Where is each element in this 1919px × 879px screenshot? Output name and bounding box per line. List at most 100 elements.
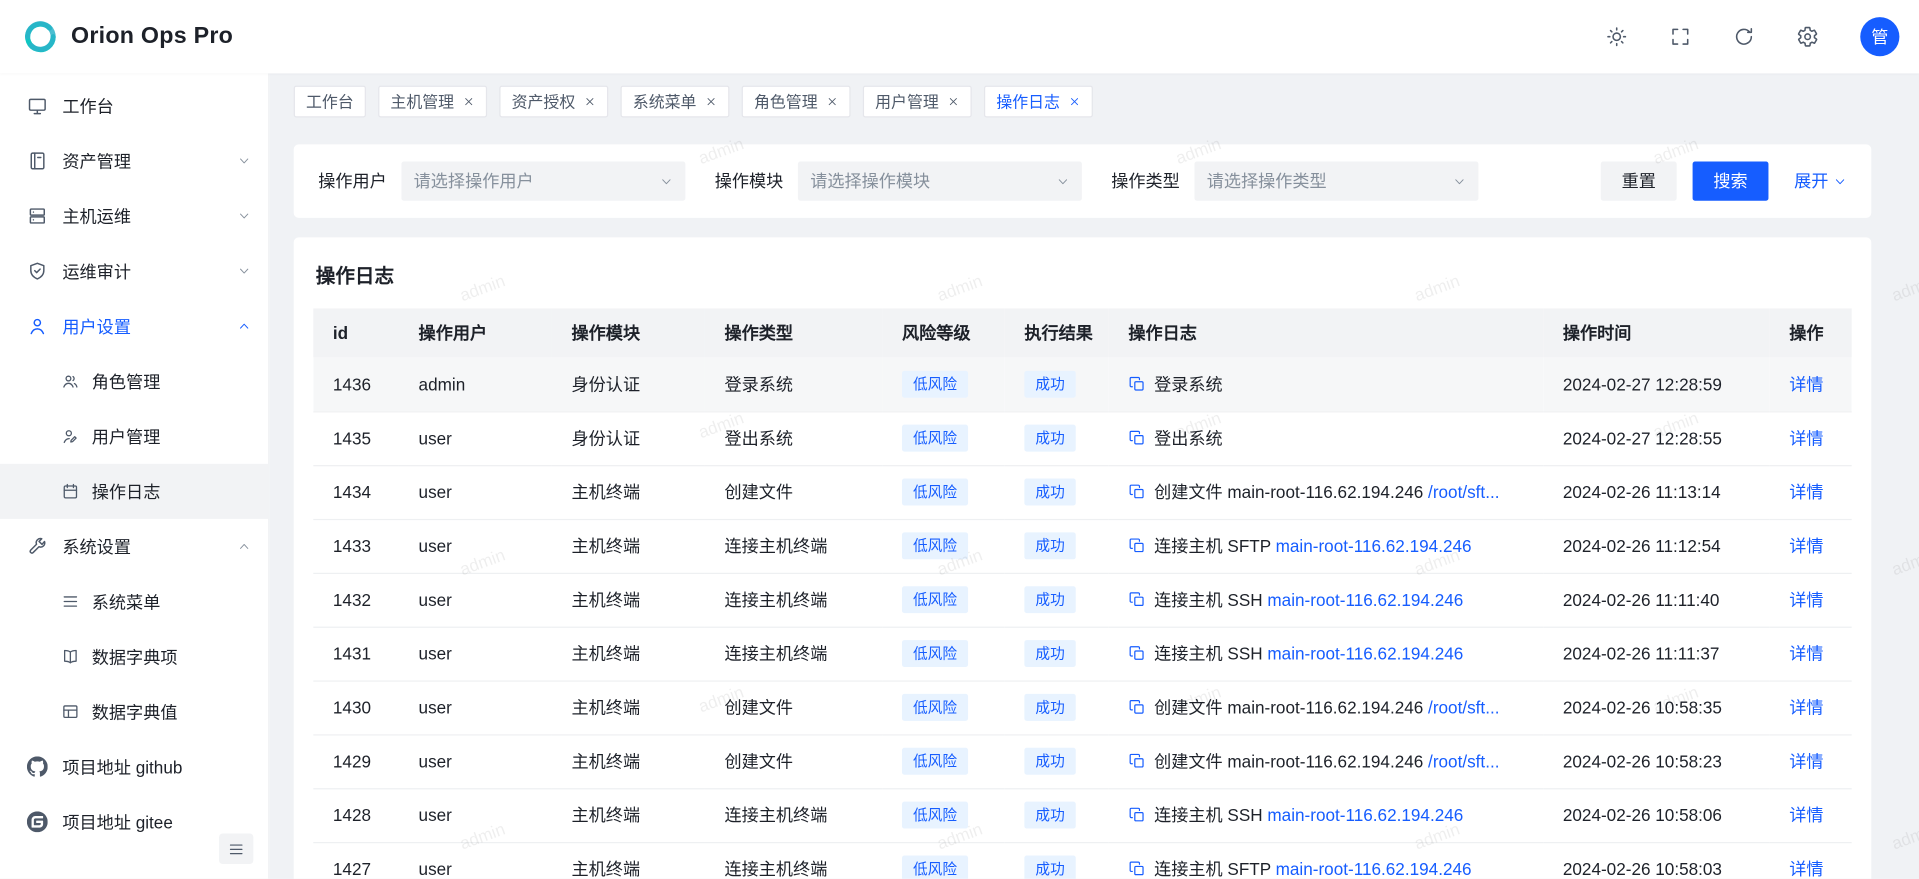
detail-link[interactable]: 详情	[1789, 805, 1823, 825]
sidebar-subitem-label: 用户管理	[92, 424, 161, 448]
log-link[interactable]: main-root-116.62.194.246	[1276, 536, 1472, 556]
log-link[interactable]: main-root-116.62.194.246	[1267, 644, 1463, 664]
tab-5[interactable]: 用户管理	[863, 85, 972, 117]
chevron-down-icon	[1056, 174, 1069, 187]
tab-close-icon[interactable]	[947, 95, 959, 107]
select-placeholder: 请选择操作用户	[414, 169, 653, 193]
tab-6[interactable]: 操作日志	[984, 85, 1093, 117]
sidebar-item-2[interactable]: 主机运维	[0, 188, 268, 243]
detail-link[interactable]: 详情	[1789, 698, 1823, 718]
avatar[interactable]: 管	[1860, 17, 1899, 56]
log-link[interactable]: main-root-116.62.194.246	[1267, 590, 1463, 610]
risk-badge: 低风险	[902, 855, 968, 878]
cell-log: 登出系统	[1109, 411, 1543, 465]
cell-id: 1427	[313, 842, 399, 879]
tab-1[interactable]: 主机管理	[378, 85, 487, 117]
dict-key-icon	[61, 647, 79, 665]
sidebar-item-3[interactable]: 运维审计	[0, 244, 268, 299]
cell-user: user	[399, 734, 552, 788]
cell-time: 2024-02-26 11:13:14	[1543, 465, 1769, 519]
cell-action: 详情	[1770, 573, 1852, 627]
cell-risk: 低风险	[882, 734, 1004, 788]
col-header-5: 执行结果	[1005, 308, 1109, 357]
tab-close-icon[interactable]	[826, 95, 838, 107]
detail-link[interactable]: 详情	[1789, 751, 1823, 771]
cell-module: 主机终端	[552, 465, 705, 519]
sidebar-item-1[interactable]: 资产管理	[0, 133, 268, 188]
tab-4[interactable]: 角色管理	[742, 85, 851, 117]
table-row: 1433user主机终端连接主机终端低风险成功连接主机 SFTP main-ro…	[313, 519, 1851, 573]
table-row: 1429user主机终端创建文件低风险成功创建文件 main-root-116.…	[313, 734, 1851, 788]
log-link[interactable]: /root/sft...	[1428, 751, 1499, 771]
reset-button[interactable]: 重置	[1601, 162, 1677, 201]
theme-icon[interactable]	[1606, 26, 1628, 48]
tab-0[interactable]: 工作台	[294, 85, 366, 117]
detail-link[interactable]: 详情	[1789, 482, 1823, 502]
log-text: 创建文件 main-root-116.62.194.246	[1154, 698, 1428, 718]
sidebar-subitem-4-1[interactable]: 用户管理	[0, 409, 268, 464]
tab-close-icon[interactable]	[1069, 95, 1081, 107]
refresh-icon[interactable]	[1733, 26, 1755, 48]
detail-link[interactable]: 详情	[1789, 374, 1823, 394]
log-text: 连接主机 SFTP	[1154, 536, 1276, 556]
filter-field-2: 操作类型请选择操作类型	[1111, 162, 1478, 201]
search-button[interactable]: 搜索	[1693, 162, 1769, 201]
chevron-up-icon	[237, 319, 250, 332]
risk-badge: 低风险	[902, 802, 968, 829]
result-badge: 成功	[1024, 802, 1075, 829]
tab-2[interactable]: 资产授权	[499, 85, 608, 117]
tab-close-icon[interactable]	[463, 95, 475, 107]
sidebar-subitem-4-0[interactable]: 角色管理	[0, 354, 268, 409]
filter-select-0[interactable]: 请选择操作用户	[401, 162, 685, 201]
sidebar-subitem-5-1[interactable]: 数据字典项	[0, 629, 268, 684]
col-header-1: 操作用户	[399, 308, 552, 357]
chevron-down-icon	[237, 264, 250, 277]
users-icon	[61, 427, 79, 445]
sidebar-item-label: 工作台	[62, 94, 113, 118]
sidebar-collapse-button[interactable]	[219, 833, 253, 864]
sidebar-item-0[interactable]: 工作台	[0, 78, 268, 133]
log-link[interactable]: /root/sft...	[1428, 698, 1499, 718]
cell-log: 创建文件 main-root-116.62.194.246 /root/sft.…	[1109, 465, 1543, 519]
table-row: 1432user主机终端连接主机终端低风险成功连接主机 SSH main-roo…	[313, 573, 1851, 627]
detail-link[interactable]: 详情	[1789, 644, 1823, 664]
sidebar-item-6[interactable]: 项目地址 github	[0, 739, 268, 794]
detail-link[interactable]: 详情	[1789, 428, 1823, 448]
sidebar-item-4[interactable]: 用户设置	[0, 299, 268, 354]
github-icon	[27, 756, 48, 777]
filter-select-1[interactable]: 请选择操作模块	[798, 162, 1082, 201]
detail-link[interactable]: 详情	[1789, 536, 1823, 556]
sidebar-subitem-label: 数据字典项	[92, 644, 178, 668]
cell-user: user	[399, 465, 552, 519]
log-link[interactable]: /root/sft...	[1428, 482, 1499, 502]
tab-label: 系统菜单	[633, 89, 697, 112]
cell-type: 创建文件	[705, 465, 882, 519]
filter-actions: 重置 搜索 展开	[1601, 162, 1847, 201]
settings-icon[interactable]	[1797, 26, 1819, 48]
gitee-icon	[27, 811, 48, 832]
cell-user: user	[399, 788, 552, 842]
log-link[interactable]: main-root-116.62.194.246	[1276, 859, 1472, 879]
sidebar-item-5[interactable]: 系统设置	[0, 519, 268, 574]
filter-select-2[interactable]: 请选择操作类型	[1194, 162, 1478, 201]
sidebar-subitem-4-2[interactable]: 操作日志	[0, 464, 268, 519]
tab-bar: 工作台主机管理资产授权 系统菜单 角色管理用户管理操作日志	[269, 73, 1919, 117]
detail-link[interactable]: 详情	[1789, 859, 1823, 879]
detail-link[interactable]: 详情	[1789, 590, 1823, 610]
cell-log: 连接主机 SSH main-root-116.62.194.246	[1109, 788, 1543, 842]
cell-user: user	[399, 627, 552, 681]
tab-close-icon[interactable]	[584, 95, 596, 107]
tab-close-icon[interactable]	[705, 95, 717, 107]
chevron-down-icon	[660, 174, 673, 187]
cell-log: 连接主机 SFTP main-root-116.62.194.246	[1109, 519, 1543, 573]
cell-id: 1430	[313, 680, 399, 734]
fullscreen-icon[interactable]	[1669, 26, 1691, 48]
log-link[interactable]: main-root-116.62.194.246	[1267, 805, 1463, 825]
cell-risk: 低风险	[882, 465, 1004, 519]
sidebar-subitem-5-2[interactable]: 数据字典值	[0, 684, 268, 739]
sidebar-subitem-5-0[interactable]: 系统菜单	[0, 574, 268, 629]
logo-icon	[22, 18, 59, 55]
expand-toggle[interactable]: 展开	[1794, 169, 1847, 193]
tab-3[interactable]: 系统菜单	[621, 85, 730, 117]
risk-badge: 低风险	[902, 532, 968, 559]
